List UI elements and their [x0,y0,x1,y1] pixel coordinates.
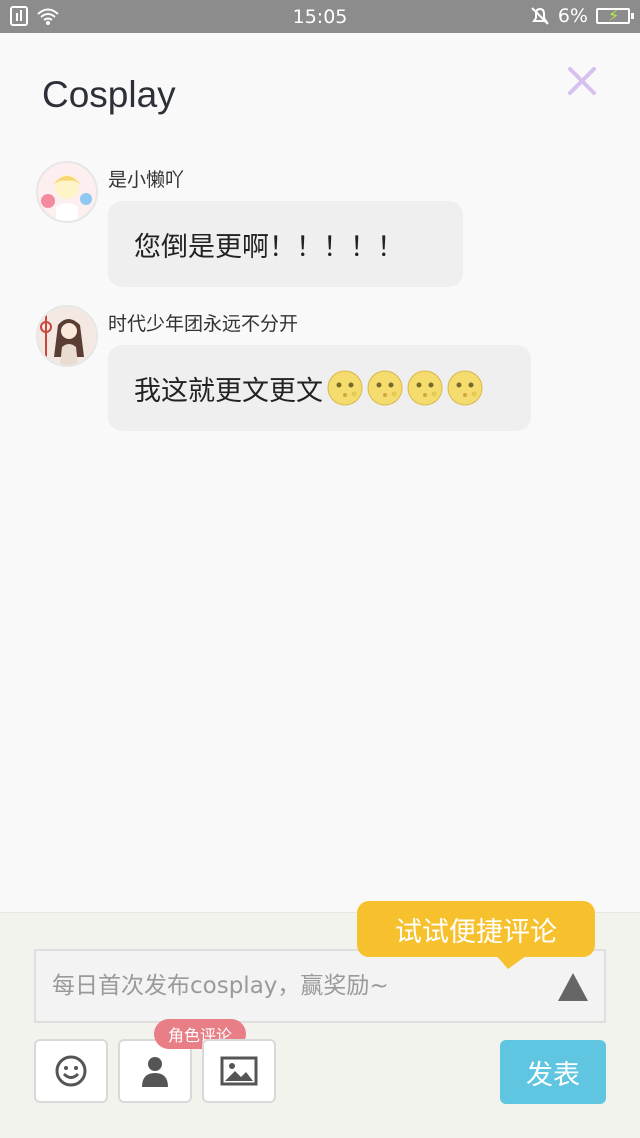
avatar[interactable] [36,305,98,367]
close-icon[interactable] [563,62,601,100]
status-right: 6% ⚡ [530,5,634,27]
status-bar: 15:05 6% ⚡ [0,0,640,33]
image-icon [220,1056,258,1086]
moon-emoji-icon [327,370,363,406]
battery-icon: ⚡ [596,6,634,25]
battery-percent: 6% [557,5,588,27]
mute-bell-icon [531,7,549,25]
message-bubble: 我这就更文更文 [108,345,531,431]
message-username: 是小懒吖 [108,169,185,191]
emoji-icon [55,1055,87,1087]
moon-emoji-icon [447,370,483,406]
avatar[interactable] [36,161,98,223]
message-username: 时代少年团永远不分开 [108,313,299,335]
message-bubble: 您倒是更啊！！！！！ [108,201,463,287]
moon-emoji-icon [367,370,403,406]
page-title: Cosplay [42,74,176,115]
emoji-button[interactable] [34,1039,108,1103]
person-icon [142,1057,168,1087]
moon-emoji-icon [407,370,443,406]
comment-composer: 试试便捷评论 角色评论 发表 [0,901,640,1138]
publish-button[interactable]: 发表 [500,1040,606,1104]
tip-tail [494,953,530,969]
image-button[interactable] [202,1039,276,1103]
message-text: 您倒是更啊！！！！！ [134,231,404,263]
quick-comment-tip-label: 试试便捷评论 [395,916,557,948]
comment-input[interactable] [52,951,542,1021]
message-text: 我这就更文更文 [134,375,323,407]
quick-comment-tip[interactable]: 试试便捷评论 [357,901,595,957]
send-triangle-icon[interactable] [556,971,590,1003]
